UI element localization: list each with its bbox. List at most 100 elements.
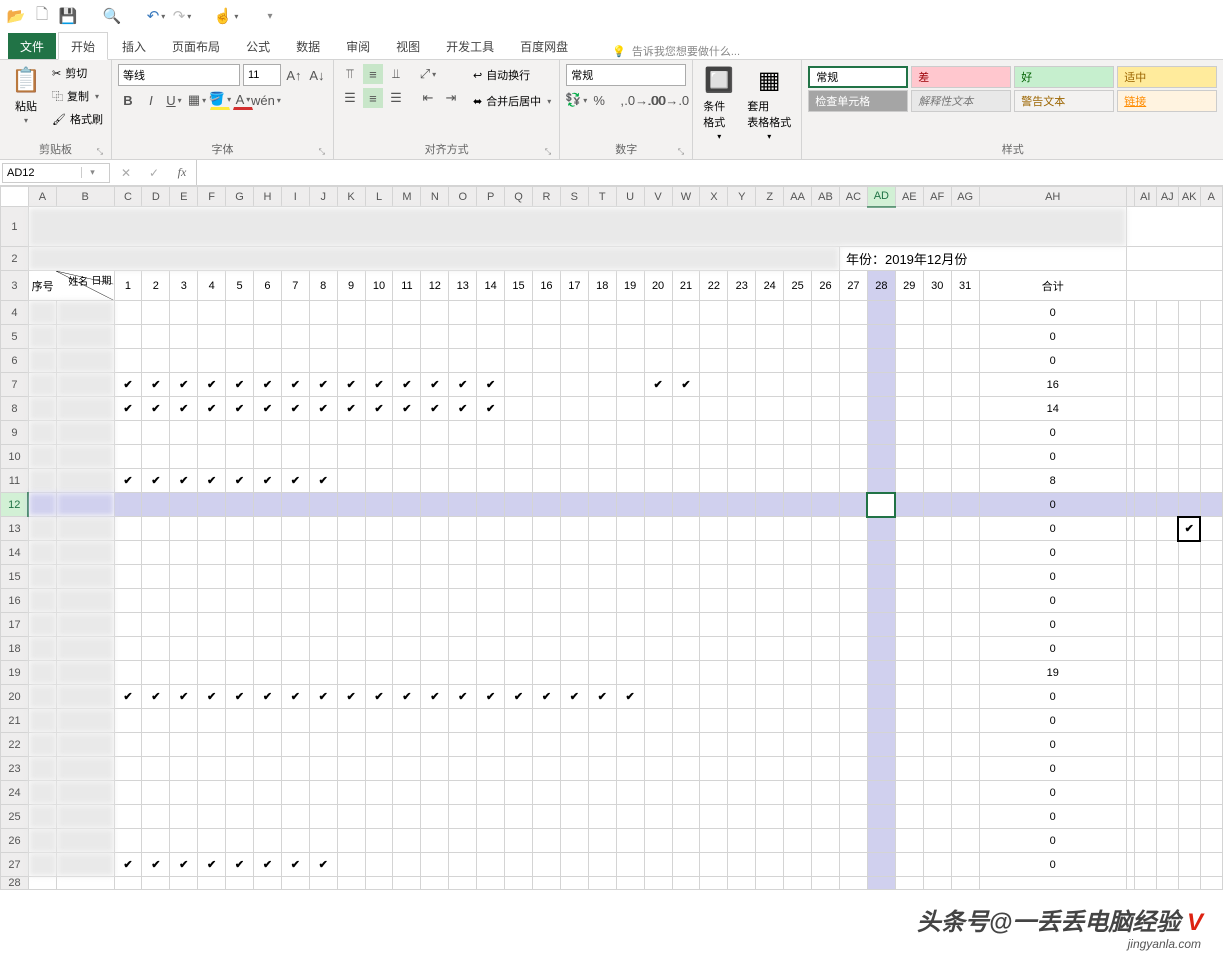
day-cell[interactable] — [560, 661, 588, 685]
day-cell[interactable] — [198, 301, 226, 325]
cell[interactable] — [1126, 517, 1134, 541]
cell[interactable] — [560, 877, 588, 890]
active-cell[interactable] — [867, 493, 895, 517]
style-good[interactable]: 好 — [1014, 66, 1114, 88]
day-cell[interactable] — [114, 541, 142, 565]
day-cell[interactable] — [449, 829, 477, 853]
day-cell[interactable] — [532, 589, 560, 613]
cell[interactable] — [1126, 853, 1134, 877]
day-cell[interactable] — [142, 853, 170, 877]
seq-cell[interactable] — [28, 373, 56, 397]
day-cell[interactable] — [393, 445, 421, 469]
day-cell[interactable] — [309, 709, 337, 733]
day-cell[interactable] — [951, 541, 979, 565]
day-cell[interactable] — [951, 589, 979, 613]
day-cell[interactable] — [226, 613, 254, 637]
day-cell[interactable] — [337, 733, 365, 757]
column-header[interactable]: AK — [1178, 187, 1200, 207]
day-cell[interactable] — [895, 349, 923, 373]
far-cell[interactable] — [1156, 517, 1178, 541]
day-cell[interactable] — [784, 781, 812, 805]
copy-button[interactable]: ⿻复制 — [50, 85, 105, 107]
day-cell[interactable] — [532, 493, 560, 517]
day-cell[interactable] — [198, 541, 226, 565]
day-cell[interactable] — [198, 493, 226, 517]
number-format-select[interactable] — [566, 64, 686, 86]
day-cell[interactable] — [895, 661, 923, 685]
row-header[interactable]: 13 — [1, 517, 29, 541]
cell[interactable] — [1126, 781, 1134, 805]
day-cell[interactable] — [226, 757, 254, 781]
day-cell[interactable] — [142, 469, 170, 493]
day-cell[interactable] — [812, 349, 840, 373]
day-cell[interactable] — [170, 709, 198, 733]
day-cell[interactable] — [477, 829, 505, 853]
name-cell[interactable] — [56, 613, 114, 637]
day-cell[interactable] — [756, 781, 784, 805]
title-cell[interactable] — [28, 207, 1126, 247]
day-cell[interactable] — [253, 373, 281, 397]
day-cell[interactable] — [672, 325, 700, 349]
day-cell[interactable] — [114, 613, 142, 637]
day-cell[interactable] — [253, 589, 281, 613]
day-cell[interactable] — [672, 397, 700, 421]
day-cell[interactable] — [505, 805, 533, 829]
cell[interactable] — [616, 877, 644, 890]
day-cell[interactable] — [477, 709, 505, 733]
day-cell[interactable] — [309, 853, 337, 877]
day-cell[interactable] — [393, 565, 421, 589]
day-cell[interactable] — [672, 517, 700, 541]
day-cell[interactable] — [142, 349, 170, 373]
day-cell[interactable] — [560, 541, 588, 565]
day-cell[interactable] — [365, 853, 393, 877]
day-cell[interactable] — [784, 397, 812, 421]
dialog-launcher-icon[interactable]: ⤡ — [678, 147, 684, 157]
day-cell[interactable] — [281, 853, 309, 877]
far-cell[interactable] — [1200, 853, 1222, 877]
day-cell[interactable] — [812, 541, 840, 565]
far-cell[interactable] — [1200, 709, 1222, 733]
day-cell[interactable] — [309, 421, 337, 445]
seq-cell[interactable] — [28, 829, 56, 853]
day-cell[interactable] — [309, 805, 337, 829]
day-cell[interactable] — [923, 325, 951, 349]
tab-home[interactable]: 开始 — [58, 32, 108, 60]
column-header[interactable]: U — [616, 187, 644, 207]
select-all-corner[interactable] — [1, 187, 29, 207]
cell[interactable] — [337, 877, 365, 890]
day-cell[interactable] — [226, 781, 254, 805]
day-cell[interactable] — [142, 421, 170, 445]
day-cell[interactable] — [393, 349, 421, 373]
day-cell[interactable] — [588, 301, 616, 325]
day-cell[interactable] — [226, 445, 254, 469]
day-cell[interactable] — [616, 757, 644, 781]
day-cell[interactable] — [226, 469, 254, 493]
day-cell[interactable] — [365, 637, 393, 661]
day-cell[interactable] — [812, 517, 840, 541]
day-cell[interactable] — [198, 565, 226, 589]
day-cell[interactable] — [421, 805, 449, 829]
day-cell[interactable] — [812, 589, 840, 613]
day-cell[interactable] — [616, 373, 644, 397]
dialog-launcher-icon[interactable]: ⤡ — [319, 147, 325, 157]
far-cell[interactable] — [1200, 445, 1222, 469]
day-cell[interactable] — [672, 853, 700, 877]
cancel-icon[interactable]: ✕ — [112, 166, 140, 180]
day-cell[interactable] — [477, 541, 505, 565]
day-cell[interactable] — [923, 637, 951, 661]
day-cell[interactable] — [281, 589, 309, 613]
day-cell[interactable] — [142, 613, 170, 637]
row-header[interactable]: 24 — [1, 781, 29, 805]
day-cell[interactable] — [756, 829, 784, 853]
day-cell[interactable] — [923, 445, 951, 469]
day-cell[interactable] — [867, 781, 895, 805]
seq-cell[interactable] — [28, 613, 56, 637]
day-cell[interactable] — [337, 325, 365, 349]
cell[interactable] — [421, 877, 449, 890]
day-cell[interactable] — [532, 685, 560, 709]
day-cell[interactable] — [421, 397, 449, 421]
day-cell[interactable] — [477, 781, 505, 805]
day-cell[interactable] — [839, 805, 867, 829]
day-cell[interactable] — [923, 685, 951, 709]
far-cell[interactable] — [1156, 349, 1178, 373]
